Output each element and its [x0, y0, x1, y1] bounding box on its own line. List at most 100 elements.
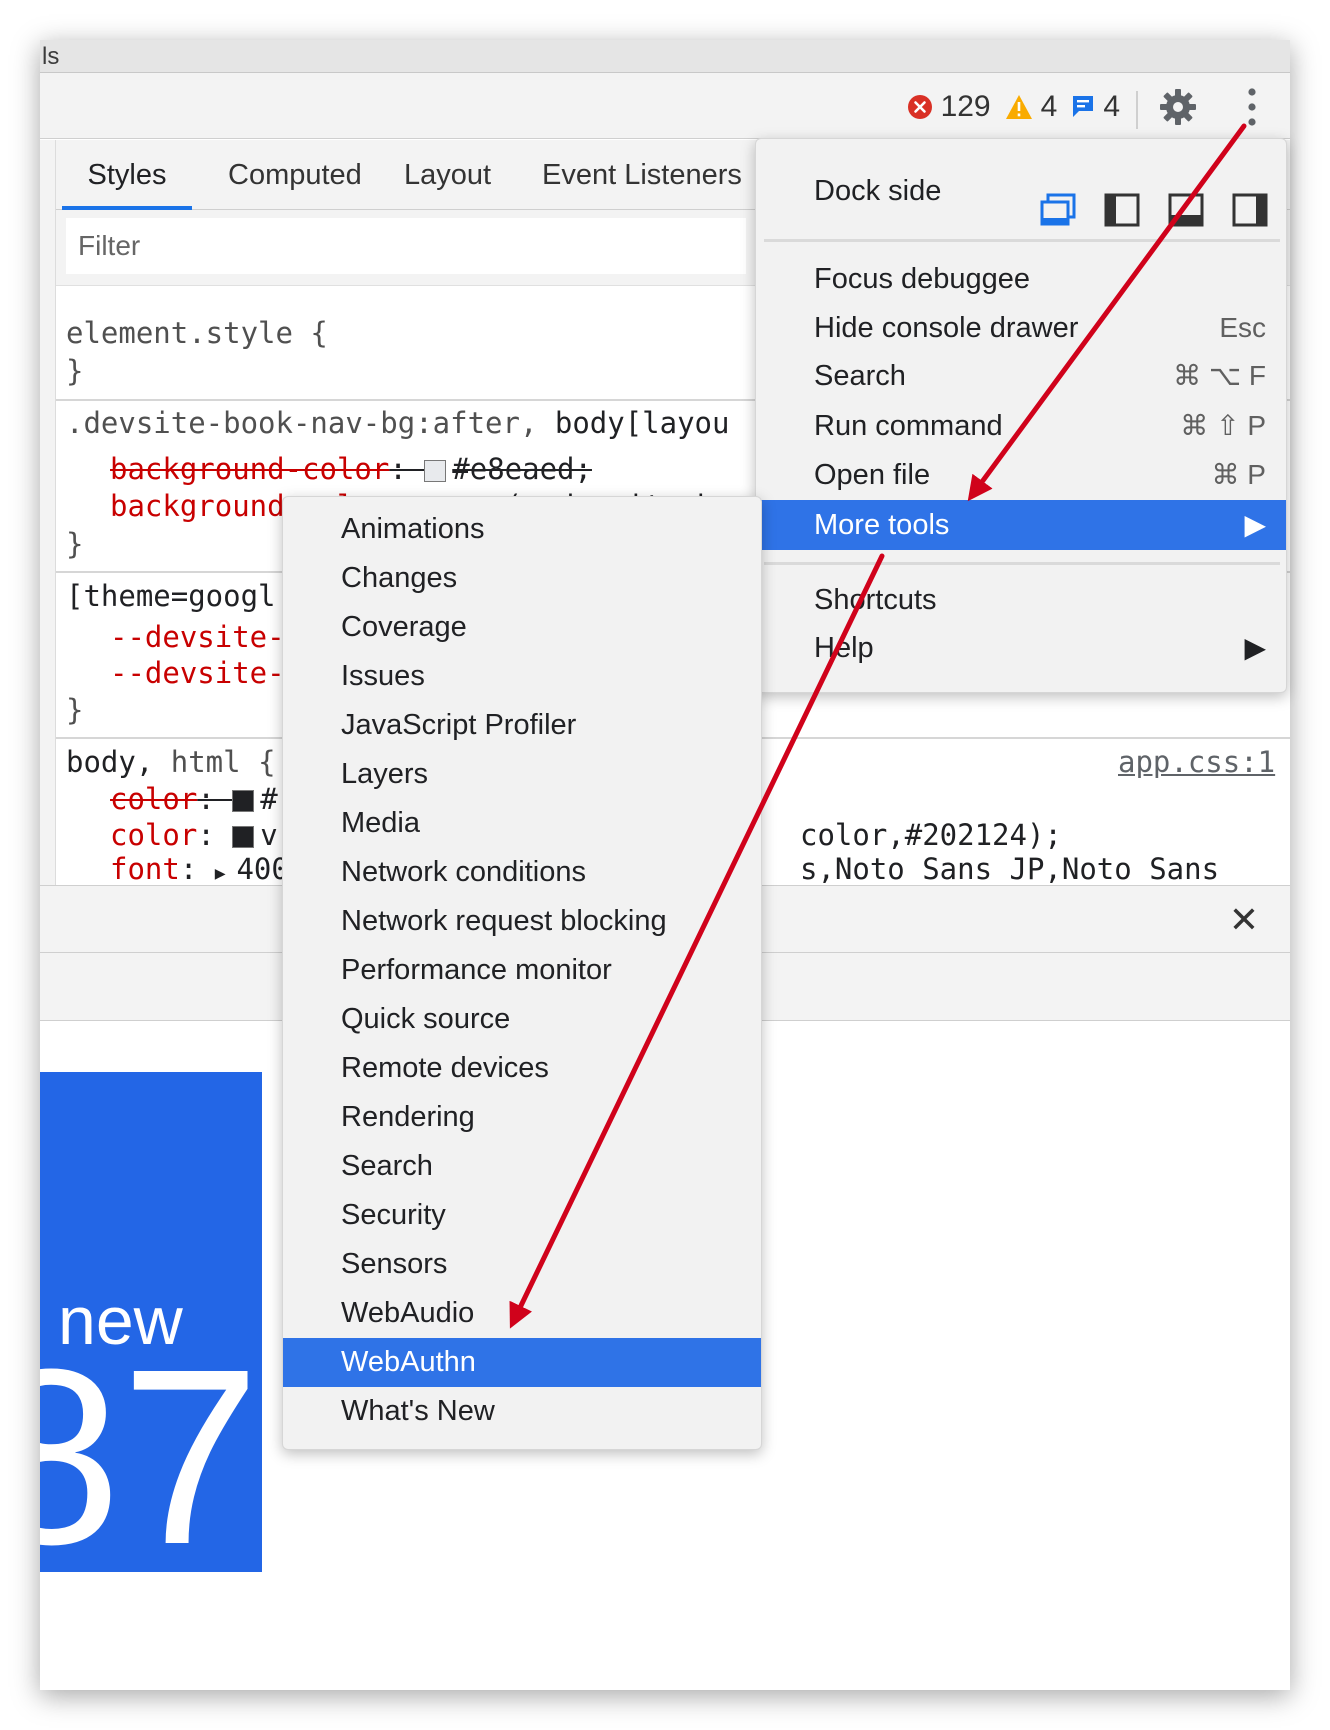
- customize-devtools-menu: Dock side Focus debuggee Hide console dr…: [755, 138, 1287, 693]
- menu-item-performance-monitor[interactable]: Performance monitor: [283, 946, 761, 995]
- vertical-dots-icon[interactable]: [1242, 85, 1262, 129]
- menu-item-search-tool[interactable]: Search: [283, 1142, 761, 1191]
- menu-item-sensors[interactable]: Sensors: [283, 1240, 761, 1289]
- menu-item-label: Hide console drawer: [814, 312, 1079, 344]
- menu-item-help[interactable]: Help ▶: [756, 623, 1286, 673]
- menu-item-network-request-blocking[interactable]: Network request blocking: [283, 897, 761, 946]
- css-value: 400: [236, 852, 289, 885]
- menu-item-coverage[interactable]: Coverage: [283, 603, 761, 652]
- menu-item-layers[interactable]: Layers: [283, 750, 761, 799]
- rule-book-nav-selector[interactable]: .devsite-book-nav-bg:after, body[layou: [66, 406, 729, 440]
- undock-icon[interactable]: [1040, 193, 1076, 227]
- css-property: color: [110, 818, 198, 852]
- toolbar-divider: [1136, 91, 1138, 129]
- css-declaration-overridden[interactable]: background-color: #e8eaed;: [110, 452, 592, 486]
- error-counter[interactable]: 129: [907, 90, 991, 124]
- css-declaration-overridden[interactable]: color: #: [110, 782, 278, 816]
- menu-item-media[interactable]: Media: [283, 799, 761, 848]
- menu-item-shortcuts[interactable]: Shortcuts: [756, 575, 1286, 625]
- menu-item-open-file[interactable]: Open file ⌘ P: [756, 450, 1286, 500]
- menu-item-shortcut: ⌘ ⇧ P: [1180, 410, 1266, 441]
- menu-item-label: Run command: [814, 410, 1003, 442]
- banner-number: 87: [40, 1317, 261, 1573]
- rule-element-style-selector[interactable]: element.style {: [66, 316, 328, 350]
- css-colon: :: [197, 818, 233, 852]
- css-custom-property[interactable]: --devsite-: [110, 656, 285, 690]
- tab-event-listeners[interactable]: Event Listeners: [542, 140, 742, 210]
- elements-panel-gutter: [40, 140, 56, 885]
- dock-side-row: Dock side: [756, 165, 1286, 227]
- css-value: v: [260, 818, 278, 852]
- tab-styles[interactable]: Styles: [62, 140, 192, 210]
- menu-item-hide-console-drawer[interactable]: Hide console drawer Esc: [756, 303, 1286, 353]
- warning-counter[interactable]: 4: [1005, 90, 1057, 124]
- rule-theme-selector[interactable]: [theme=googl: [66, 579, 276, 613]
- menu-item-remote-devices[interactable]: Remote devices: [283, 1044, 761, 1093]
- selector-part: .devsite-book-nav-bg:after,: [66, 406, 555, 440]
- menu-item-label: Search: [814, 360, 906, 392]
- css-value-continuation: color,#202124);: [800, 818, 1062, 852]
- menu-item-shortcut: ⌘ P: [1211, 459, 1266, 490]
- rule-body-html-selector[interactable]: body, html {: [66, 745, 276, 779]
- menu-item-network-conditions[interactable]: Network conditions: [283, 848, 761, 897]
- color-swatch[interactable]: [232, 790, 255, 812]
- info-counter[interactable]: 4: [1071, 90, 1120, 124]
- page-banner-image: new 87: [40, 1072, 262, 1572]
- menu-item-webaudio[interactable]: WebAudio: [283, 1289, 761, 1338]
- submenu-arrow-icon: ▶: [1244, 509, 1266, 540]
- menu-item-issues[interactable]: Issues: [283, 652, 761, 701]
- dock-bottom-icon[interactable]: [1168, 193, 1204, 227]
- menu-item-more-tools[interactable]: More tools ▶: [756, 500, 1286, 550]
- css-property: font: [110, 852, 180, 885]
- css-value-continuation: s,Noto Sans JP,Noto Sans: [800, 852, 1220, 885]
- menu-item-label: Help: [814, 632, 874, 664]
- color-swatch[interactable]: [424, 460, 447, 482]
- menu-item-label: Open file: [814, 459, 931, 491]
- selector-part: html {: [170, 745, 276, 779]
- menu-item-rendering[interactable]: Rendering: [283, 1093, 761, 1142]
- rule-element-style-close: }: [66, 354, 84, 388]
- close-icon[interactable]: ✕: [1226, 902, 1262, 938]
- color-swatch[interactable]: [232, 826, 255, 848]
- css-colon: :: [179, 852, 215, 885]
- error-count: 129: [940, 90, 991, 123]
- styles-filter-input[interactable]: Filter: [66, 218, 746, 274]
- menu-item-webauthn[interactable]: WebAuthn: [283, 1338, 761, 1387]
- dock-left-icon[interactable]: [1104, 193, 1140, 227]
- menu-item-quick-source[interactable]: Quick source: [283, 995, 761, 1044]
- css-declaration[interactable]: font: ▶ 400: [110, 852, 289, 885]
- menu-item-label: Focus debuggee: [814, 263, 1031, 295]
- menu-item-javascript-profiler[interactable]: JavaScript Profiler: [283, 701, 761, 750]
- rule-close-brace: }: [66, 693, 84, 727]
- tab-computed[interactable]: Computed: [228, 140, 362, 210]
- menu-item-shortcut: Esc: [1219, 312, 1266, 343]
- menu-item-run-command[interactable]: Run command ⌘ ⇧ P: [756, 401, 1286, 451]
- issue-counters[interactable]: 129 4 4: [907, 87, 1120, 127]
- menu-item-label: Shortcuts: [814, 584, 937, 616]
- devtools-toolbar: 129 4 4: [40, 73, 1290, 139]
- message-icon: [1073, 96, 1094, 117]
- dock-side-label: Dock side: [814, 175, 942, 207]
- tab-layout[interactable]: Layout: [404, 140, 491, 210]
- expand-triangle-icon[interactable]: ▶: [215, 863, 237, 884]
- menu-item-animations[interactable]: Animations: [283, 505, 761, 554]
- dock-right-icon[interactable]: [1232, 193, 1268, 227]
- window-title: ls: [42, 43, 60, 70]
- selector-part: body,: [66, 745, 171, 779]
- menu-item-search[interactable]: Search ⌘ ⌥ F: [756, 351, 1286, 401]
- menu-item-label: More tools: [814, 509, 950, 541]
- selector-part: body[layou: [554, 406, 730, 440]
- menu-item-whats-new[interactable]: What's New: [283, 1387, 761, 1436]
- menu-separator: [764, 239, 1280, 242]
- css-custom-property[interactable]: --devsite-: [110, 620, 285, 654]
- menu-item-security[interactable]: Security: [283, 1191, 761, 1240]
- css-declaration[interactable]: color: v: [110, 818, 278, 852]
- gear-icon[interactable]: [1158, 87, 1198, 127]
- css-colon: :: [197, 782, 233, 816]
- rule-close-brace: }: [66, 527, 84, 561]
- warning-icon: [1005, 95, 1032, 119]
- menu-item-focus-debuggee[interactable]: Focus debuggee: [756, 254, 1286, 304]
- menu-item-changes[interactable]: Changes: [283, 554, 761, 603]
- stylesheet-source-link[interactable]: app.css:1: [1118, 745, 1275, 779]
- window-titlebar: ls: [40, 40, 1290, 73]
